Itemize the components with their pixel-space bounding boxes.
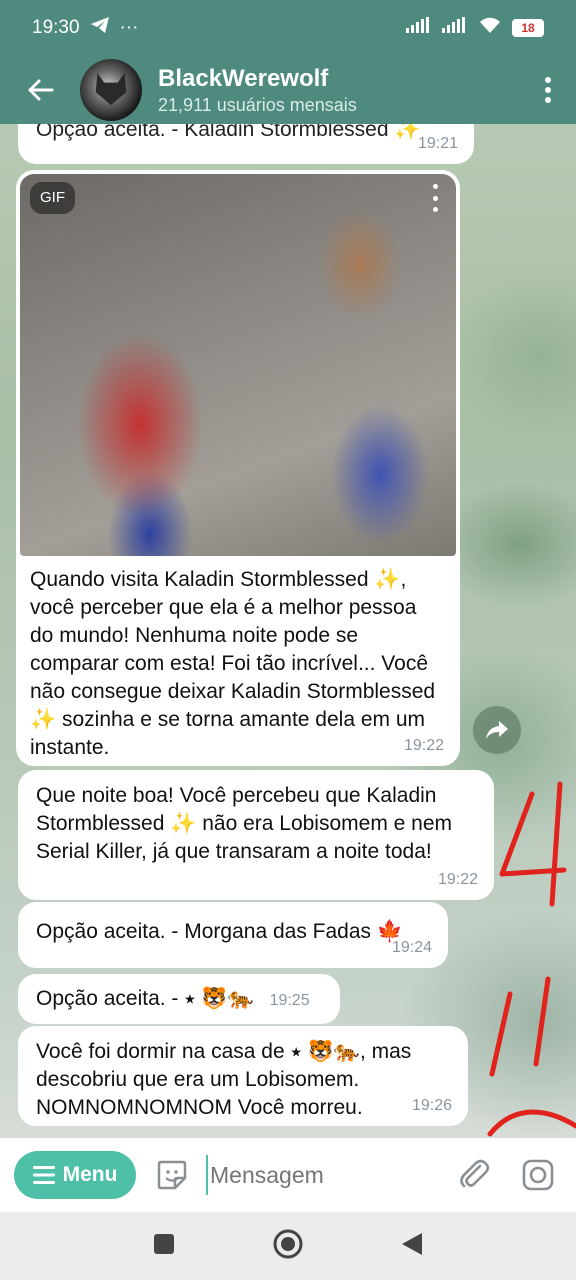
message-text: Opção aceita. - Morgana das Fadas 🍁 [36, 920, 403, 943]
square-icon[interactable] [152, 1232, 176, 1261]
message-input[interactable] [206, 1155, 436, 1195]
battery-level: 18 [521, 21, 535, 35]
message-text: Opção aceita. - ⭑ 🐯🐅 [36, 987, 254, 1010]
chat-title: BlackWerewolf [158, 65, 329, 92]
forward-button[interactable] [473, 706, 521, 754]
gif-badge: GIF [30, 182, 75, 214]
status-bar: 19:30 ··· 18 [0, 0, 576, 56]
message-text: Você foi dormir na casa de ⭑ 🐯🐅, mas des… [36, 1040, 412, 1119]
sticker-icon [157, 1160, 187, 1190]
back-button[interactable] [0, 56, 80, 124]
arrow-left-icon [28, 79, 54, 101]
message-time: 19:21 [417, 135, 458, 152]
system-nav-bar [0, 1212, 576, 1280]
handwritten-annotations: 4 [487, 781, 576, 1137]
signal-icon-2 [442, 17, 468, 39]
message-input-bar: Menu [0, 1138, 576, 1212]
gif-menu-button[interactable] [424, 184, 446, 212]
message-bubble[interactable]: Opção aceita. - Morgana das Fadas 🍁 19:2… [18, 902, 448, 968]
message-bubble[interactable]: Opção aceita. - Kaladin Stormblessed ✨ 1… [18, 124, 474, 164]
chat-header: BlackWerewolf 21,911 usuários mensais [0, 56, 576, 124]
message-text: Quando visita Kaladin Stormblessed ✨, vo… [30, 568, 436, 759]
gif-media[interactable]: GIF [20, 174, 456, 556]
chat-info[interactable]: BlackWerewolf 21,911 usuários mensais [158, 64, 357, 116]
share-icon [486, 721, 508, 739]
message-time: 19:25 [269, 992, 310, 1009]
menu-button-label: Menu [62, 1163, 118, 1186]
message-bubble[interactable]: Que noite boa! Você percebeu que Kaladin… [18, 770, 494, 900]
message-time: 19:24 [391, 939, 432, 956]
attach-button[interactable] [454, 1155, 494, 1195]
message-text: Que noite boa! Você percebeu que Kaladin… [36, 784, 453, 863]
sticker-button[interactable] [154, 1157, 190, 1193]
camera-button[interactable] [518, 1155, 558, 1195]
more-vertical-icon [545, 77, 551, 103]
home-circle-icon[interactable] [272, 1228, 304, 1265]
message-time: 19:26 [411, 1097, 452, 1114]
more-options-button[interactable] [520, 56, 576, 124]
message-bubble[interactable]: Opção aceita. - ⭑ 🐯🐅 19:25 [18, 974, 340, 1024]
signal-icon [406, 17, 432, 39]
message-time: 19:22 [403, 737, 444, 754]
chat-area[interactable]: Opção aceita. - Kaladin Stormblessed ✨ 1… [0, 124, 576, 1138]
message-text: Opção aceita. - Kaladin Stormblessed ✨ [36, 124, 421, 141]
status-time: 19:30 [32, 17, 80, 38]
avatar[interactable] [80, 59, 142, 121]
chat-subtitle: 21,911 usuários mensais [158, 95, 357, 115]
paperclip-icon [460, 1159, 490, 1188]
message-bubble[interactable]: Você foi dormir na casa de ⭑ 🐯🐅, mas des… [18, 1026, 468, 1126]
camera-icon [522, 1159, 554, 1191]
telegram-icon [90, 16, 110, 40]
wifi-icon [478, 16, 502, 40]
hamburger-icon [32, 1166, 55, 1184]
back-triangle-icon[interactable] [400, 1231, 424, 1262]
status-dots: ··· [119, 17, 139, 38]
gif-message-bubble[interactable]: GIF Quando visita Kaladin Stormblessed ✨… [16, 170, 460, 766]
menu-button[interactable]: Menu [14, 1151, 136, 1199]
battery-icon: 18 [512, 19, 544, 37]
